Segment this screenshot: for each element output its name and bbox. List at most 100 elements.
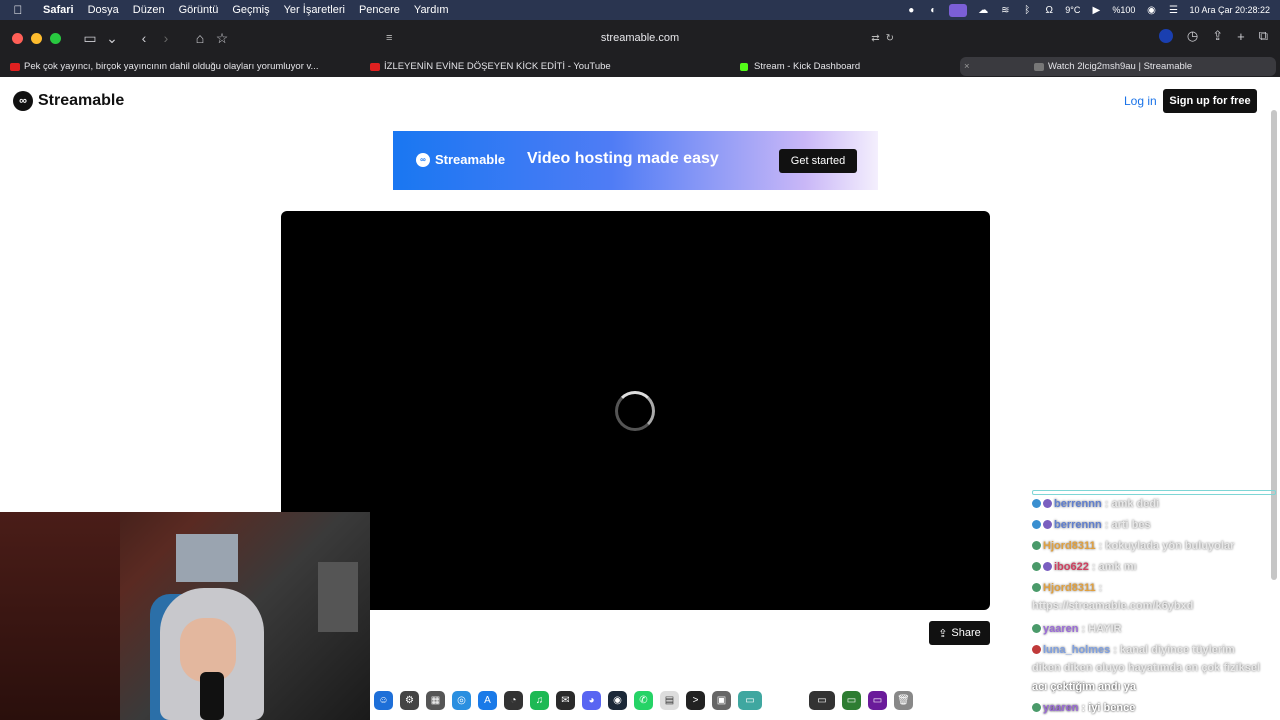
zoom-window-button[interactable] bbox=[50, 32, 61, 44]
forward-icon[interactable]: › bbox=[155, 30, 177, 46]
chat-text: : iyi bence bbox=[1078, 702, 1136, 714]
reload-icon[interactable]: ↻ bbox=[886, 33, 894, 44]
share-icon[interactable]: ⇪ bbox=[1212, 28, 1223, 44]
chat-text: : bbox=[1095, 582, 1103, 594]
loading-spinner-icon bbox=[615, 391, 655, 431]
utility-icon[interactable]: ▣ bbox=[712, 690, 731, 710]
promo-banner[interactable]: ∞ Streamable Video hosting made easy Get… bbox=[393, 131, 878, 190]
wifi-icon[interactable]: ≋ bbox=[999, 4, 1011, 16]
bluetooth-icon[interactable]: ᛒ bbox=[1021, 4, 1033, 16]
back-icon[interactable]: ‹ bbox=[133, 30, 155, 46]
tab-title: Pek çok yayıncı, birçok yayıncının dahil… bbox=[24, 61, 319, 72]
get-started-button[interactable]: Get started bbox=[779, 149, 857, 173]
files-icon[interactable]: ▤ bbox=[660, 690, 679, 710]
chat-message-continued: diken diken oluyo hayatımda en çok fizik… bbox=[1032, 662, 1260, 674]
dock: ☺ ⚙ ▦ ◎ A ◔ ♫ ✉ ◕ ◉ ✆ ▤ > ▣ ▭ ▭ ▭ ▭ 🗑 bbox=[370, 686, 930, 714]
minimize-window-button[interactable] bbox=[31, 32, 42, 44]
chat-text: diken diken oluyo hayatımda en çok fizik… bbox=[1032, 662, 1261, 674]
menu-view[interactable]: Görüntü bbox=[172, 4, 226, 16]
badge-icon bbox=[1032, 624, 1041, 633]
chat-message-continued: https://streamable.com/k6ybxd bbox=[1032, 600, 1193, 612]
window-thumbnail-icon[interactable]: ▭ bbox=[868, 690, 887, 710]
tab-youtube-2[interactable]: İZLEYENİN EVİNE DÖŞEYEN KİCK EDİTİ - You… bbox=[360, 57, 730, 76]
tab-overview-icon[interactable]: ⧉ bbox=[1259, 28, 1268, 44]
app-store-icon[interactable]: A bbox=[478, 690, 497, 710]
chevron-down-icon[interactable]: ⌄ bbox=[101, 30, 123, 47]
mail-icon[interactable]: ✉ bbox=[556, 690, 575, 710]
user-icon[interactable]: ◉ bbox=[1145, 4, 1157, 16]
screen-record-icon[interactable] bbox=[949, 3, 968, 17]
discord-icon[interactable]: ◕ bbox=[582, 690, 601, 710]
window-thumbnail-icon[interactable]: ▭ bbox=[842, 690, 861, 710]
folder-icon[interactable]: ▭ bbox=[738, 690, 762, 710]
steam-icon[interactable]: ◉ bbox=[608, 690, 627, 710]
login-link[interactable]: Log in bbox=[1124, 94, 1157, 108]
chat-text: : amk mı bbox=[1088, 561, 1137, 573]
chat-header bbox=[1032, 478, 1280, 496]
tab-title: Watch 2lcig2msh9au | Streamable bbox=[1048, 61, 1193, 72]
window-thumbnail-icon[interactable]: ▭ bbox=[809, 690, 835, 710]
badge-icon bbox=[1043, 499, 1052, 508]
status-circle-icon[interactable]: ● bbox=[905, 4, 917, 16]
cloud-icon[interactable]: ☁ bbox=[977, 4, 989, 16]
history-icon[interactable]: ◷ bbox=[1187, 28, 1198, 44]
chat-user: Hjord8311 bbox=[1043, 540, 1096, 552]
browser-toolbar: ▭ ⌄ ‹ › ⌂ ☆ ≡ streamable.com ⇄ ↻ ◷ ⇪ + ⧉ bbox=[0, 20, 1280, 56]
menu-app-name[interactable]: Safari bbox=[36, 4, 81, 16]
menu-file[interactable]: Dosya bbox=[81, 4, 126, 16]
signup-button[interactable]: Sign up for free bbox=[1163, 89, 1257, 113]
menu-window[interactable]: Pencere bbox=[352, 4, 407, 16]
share-button[interactable]: ⇪ Share bbox=[929, 621, 990, 645]
tab-kick[interactable]: Stream - Kick Dashboard bbox=[730, 57, 960, 76]
tab-youtube-1[interactable]: Pek çok yayıncı, birçok yayıncının dahil… bbox=[0, 57, 360, 76]
address-text[interactable]: streamable.com bbox=[601, 32, 679, 44]
video-player[interactable] bbox=[281, 211, 990, 610]
safari-icon[interactable]: ◎ bbox=[452, 690, 471, 710]
extension-icon[interactable] bbox=[1158, 29, 1173, 43]
bookmark-star-icon[interactable]: ☆ bbox=[211, 30, 233, 47]
streamable-logo[interactable]: ∞ Streamable bbox=[13, 91, 124, 111]
spotify-icon[interactable]: ♫ bbox=[530, 690, 549, 710]
share-label: Share bbox=[951, 627, 981, 639]
system-settings-icon[interactable]: ⚙ bbox=[400, 690, 419, 710]
home-icon[interactable]: ⌂ bbox=[189, 30, 211, 46]
apple-menu-icon[interactable]:  bbox=[0, 3, 36, 17]
trash-icon[interactable]: 🗑 bbox=[894, 690, 913, 710]
chat-message: yaaren : HAYIR bbox=[1032, 623, 1121, 635]
sync-icon[interactable]: ◐ bbox=[927, 4, 939, 16]
streamable-logo-icon: ∞ bbox=[13, 91, 33, 111]
close-window-button[interactable] bbox=[12, 32, 23, 44]
menu-help[interactable]: Yardım bbox=[407, 4, 456, 16]
terminal-icon[interactable]: > bbox=[686, 690, 705, 710]
battery-text[interactable]: %100 bbox=[1112, 5, 1135, 15]
activity-icon[interactable]: ◔ bbox=[504, 690, 523, 710]
new-tab-icon[interactable]: + bbox=[1237, 29, 1245, 44]
webcam-overlay bbox=[0, 512, 370, 720]
headphones-icon[interactable]: Ω bbox=[1043, 4, 1055, 16]
tab-bar: Pek çok yayıncı, birçok yayıncının dahil… bbox=[0, 56, 1280, 77]
chat-text[interactable]: https://streamable.com/k6ybxd bbox=[1032, 600, 1193, 612]
chat-progress-bar bbox=[1032, 490, 1276, 495]
translate-icon[interactable]: ⇄ bbox=[871, 33, 879, 44]
badge-icon bbox=[1032, 703, 1041, 712]
page-menu-icon[interactable]: ≡ bbox=[386, 32, 392, 44]
chat-text: : HAYIR bbox=[1078, 623, 1122, 635]
address-bar[interactable]: ≡ streamable.com ⇄ ↻ bbox=[380, 26, 900, 50]
finder-icon[interactable]: ☺ bbox=[374, 690, 393, 710]
menu-edit[interactable]: Düzen bbox=[126, 4, 172, 16]
webcam-poster bbox=[176, 534, 238, 582]
brand-name: Streamable bbox=[38, 92, 125, 109]
chat-user: yaaren bbox=[1043, 623, 1079, 635]
whatsapp-icon[interactable]: ✆ bbox=[634, 690, 653, 710]
chat-user: yaaren bbox=[1043, 702, 1079, 714]
launchpad-icon[interactable]: ▦ bbox=[426, 690, 445, 710]
sidebar-icon[interactable]: ▭ bbox=[79, 30, 101, 47]
weather-text[interactable]: 9°C bbox=[1065, 5, 1080, 15]
play-icon[interactable]: ▶ bbox=[1090, 4, 1102, 16]
control-center-icon[interactable]: ☰ bbox=[1167, 4, 1179, 16]
menu-bookmarks[interactable]: Yer İşaretleri bbox=[277, 4, 352, 16]
clock-text[interactable]: 10 Ara Çar 20:28:22 bbox=[1189, 5, 1270, 15]
menu-history[interactable]: Geçmiş bbox=[225, 4, 276, 16]
tab-streamable[interactable]: × Watch 2lcig2msh9au | Streamable bbox=[960, 57, 1276, 76]
close-tab-icon[interactable]: × bbox=[964, 61, 970, 72]
